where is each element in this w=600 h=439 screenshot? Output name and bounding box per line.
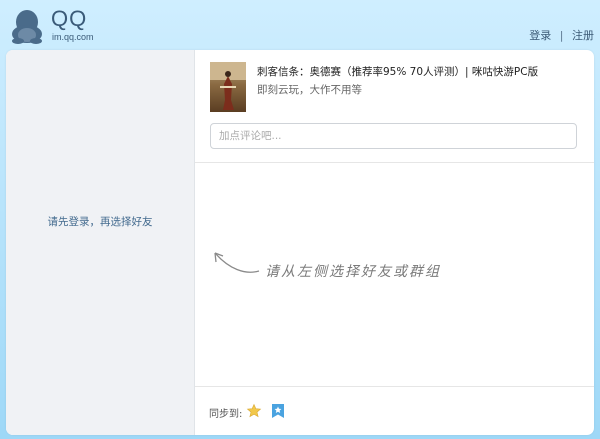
register-link[interactable]: 注册 [572,29,594,42]
friend-sidebar: 请先登录，再选择好友 [6,50,195,435]
login-link[interactable]: 登录 [529,29,551,42]
game-cover-image [210,62,246,112]
main-panel: 刺客信条：奥德赛（推荐率95% 70人评测）| 咪咕快游PC版 即刻云玩，大作不… [195,50,594,435]
game-subtitle: 即刻云玩，大作不用等 [257,84,362,96]
sync-footer: 同步到: [195,386,594,435]
game-cover-art [210,62,246,110]
logo-title: QQ [51,6,88,31]
star-icon[interactable] [246,403,262,419]
auth-links: 登录 | 注册 [529,27,594,43]
sync-label: 同步到: [209,409,243,420]
share-window: 请先登录，再选择好友 刺客信条：奥德赛（推荐率95% 70人评测）| 咪咕快游P… [6,50,594,435]
comment-input[interactable] [210,123,577,149]
logo-subtitle: im.qq.com [52,32,94,42]
top-bar: QQ im.qq.com 登录 | 注册 [0,0,600,50]
bookmark-star-icon[interactable] [270,403,286,419]
login-prompt[interactable]: 请先登录，再选择好友 [6,214,194,229]
qq-penguin-icon [12,10,42,44]
curved-arrow-icon [214,252,260,273]
select-friend-hint: 请从左侧选择好友或群组 [265,264,441,280]
shared-content-card: 刺客信条：奥德赛（推荐率95% 70人评测）| 咪咕快游PC版 即刻云玩，大作不… [195,50,594,163]
friend-select-area: 请从左侧选择好友或群组 [195,163,594,385]
game-title[interactable]: 刺客信条：奥德赛（推荐率95% 70人评测）| 咪咕快游PC版 [257,64,538,79]
auth-separator: | [559,29,564,42]
